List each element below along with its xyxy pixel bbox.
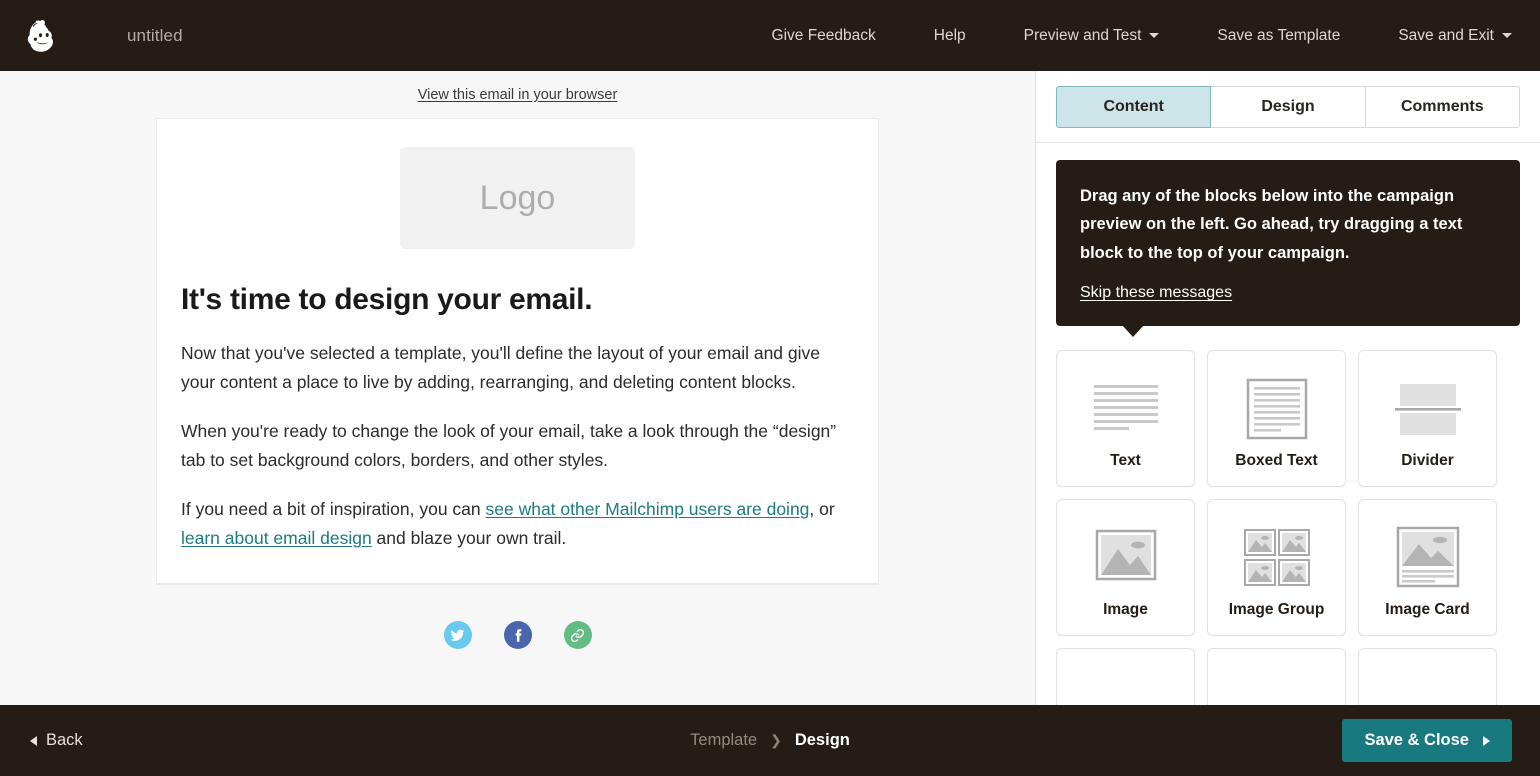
block-tile-text[interactable]: Text (1056, 350, 1195, 488)
logo-placeholder-label: Logo (479, 178, 556, 217)
block-tile-boxed-text-label: Boxed Text (1235, 451, 1318, 469)
email-paragraph-3: If you need a bit of inspiration, you ca… (179, 495, 856, 554)
tab-content[interactable]: Content (1056, 86, 1212, 128)
nav-save-and-exit[interactable]: Save and Exit (1398, 27, 1512, 45)
image-group-icon (1236, 517, 1318, 599)
campaign-preview-canvas[interactable]: View this email in your browser Logo It'… (0, 71, 1035, 705)
para3-mid: , or (809, 498, 835, 519)
back-button-label: Back (46, 731, 83, 749)
block-tile-image-label: Image (1103, 600, 1148, 618)
breadcrumb-design: Design (794, 731, 850, 749)
logo-placeholder-block[interactable]: Logo (400, 147, 635, 249)
chevron-down-icon (1149, 33, 1160, 38)
nav-save-and-exit-label: Save and Exit (1398, 26, 1494, 44)
social-follow-block[interactable] (156, 621, 879, 650)
save-and-close-button[interactable]: Save & Close (1342, 719, 1512, 762)
text-lines-icon (1085, 368, 1167, 450)
block-tile-image-group-label: Image Group (1228, 600, 1325, 618)
block-tile-boxed-text[interactable]: Boxed Text (1207, 350, 1346, 488)
email-design-link[interactable]: learn about email design (181, 528, 372, 548)
block-tile-image-card-label: Image Card (1385, 600, 1470, 618)
campaign-title: untitled (127, 25, 183, 45)
email-paragraph-2: When you're ready to change the look of … (181, 420, 837, 471)
breadcrumb-template[interactable]: Template (690, 731, 757, 750)
mailchimp-freddie-logo-icon[interactable] (22, 15, 64, 57)
block-tile-next-row[interactable] (1207, 648, 1346, 705)
tooltip-arrow-icon (1122, 325, 1144, 338)
tab-comments[interactable]: Comments (1364, 86, 1520, 128)
nav-preview-and-test-label: Preview and Test (1023, 26, 1142, 44)
facebook-icon[interactable] (503, 621, 532, 650)
chevron-right-icon (1483, 735, 1490, 746)
back-button[interactable]: Back (30, 731, 83, 750)
email-paragraph-1: Now that you've selected a template, you… (181, 343, 820, 393)
view-in-browser-link[interactable]: View this email in your browser (418, 87, 618, 103)
block-tile-text-label: Text (1110, 451, 1141, 469)
save-and-close-label: Save & Close (1364, 731, 1469, 749)
nav-save-as-template-label: Save as Template (1217, 26, 1341, 44)
nav-save-as-template[interactable]: Save as Template (1217, 27, 1340, 45)
tab-design[interactable]: Design (1210, 86, 1366, 128)
inspiration-link[interactable]: see what other Mailchimp users are doing (486, 499, 810, 519)
tab-design-label: Design (1261, 98, 1315, 115)
block-tile-divider-label: Divider (1401, 451, 1454, 469)
tab-content-label: Content (1103, 98, 1164, 115)
skip-messages-link[interactable]: Skip these messages (1080, 284, 1232, 302)
block-tile-image-group[interactable]: Image Group (1207, 499, 1346, 637)
para3-post: and blaze your own trail. (371, 527, 567, 548)
block-tile-image[interactable]: Image (1056, 499, 1195, 637)
nav-preview-and-test[interactable]: Preview and Test (1024, 27, 1160, 45)
email-content-card[interactable]: Logo It's time to design your email. Now… (156, 118, 879, 586)
bottom-action-bar: Back Template ❯ Design Save & Close (0, 705, 1540, 776)
block-grid: Text Boxed Text Divider Image Image Grou… (1036, 326, 1540, 705)
para3-pre: If you need a bit of inspiration, you ca… (181, 498, 486, 519)
chevron-down-icon (1502, 33, 1512, 38)
tab-comments-label: Comments (1400, 98, 1484, 115)
onboarding-tip: Drag any of the blocks below into the ca… (1056, 160, 1520, 338)
top-header-bar: untitled Give Feedback Help Preview and … (0, 0, 1540, 71)
preheader-row: View this email in your browser (0, 71, 1035, 118)
nav-help-label: Help (933, 26, 966, 44)
nav-help[interactable]: Help (934, 27, 966, 45)
content-blocks-panel: Content Design Comments Drag any of the … (1035, 71, 1540, 705)
block-tile-divider[interactable]: Divider (1358, 350, 1497, 488)
breadcrumb-separator-icon: ❯ (770, 732, 782, 748)
divider-icon (1387, 368, 1469, 450)
twitter-icon[interactable] (443, 621, 472, 650)
image-icon (1085, 517, 1167, 599)
onboarding-tip-wrapper: Drag any of the blocks below into the ca… (1036, 143, 1540, 338)
nav-give-feedback[interactable]: Give Feedback (772, 27, 876, 45)
image-card-icon (1387, 517, 1469, 599)
link-icon[interactable] (563, 621, 592, 650)
chevron-left-icon (30, 735, 37, 746)
email-heading: It's time to design your email. (181, 283, 593, 316)
nav-give-feedback-label: Give Feedback (771, 26, 876, 44)
block-tile-next-row[interactable] (1358, 648, 1497, 705)
breadcrumb: Template ❯ Design (690, 731, 850, 750)
onboarding-tip-text: Drag any of the blocks below into the ca… (1080, 187, 1463, 262)
block-tile-image-card[interactable]: Image Card (1358, 499, 1497, 637)
block-tile-next-row[interactable] (1056, 648, 1195, 705)
top-navigation: Give Feedback Help Preview and Test Save… (772, 27, 1540, 45)
boxed-text-icon (1236, 368, 1318, 450)
mailchimp-email-designer: untitled Give Feedback Help Preview and … (0, 0, 1540, 776)
panel-tabs: Content Design Comments (1036, 71, 1540, 128)
